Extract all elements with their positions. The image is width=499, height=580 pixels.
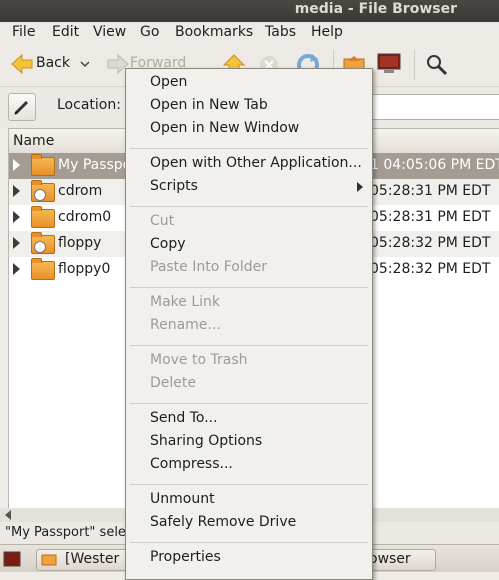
computer-icon[interactable]	[376, 52, 402, 76]
menu-file[interactable]: File	[12, 24, 35, 40]
expander-icon[interactable]	[13, 159, 20, 171]
context-item-properties[interactable]: Properties	[150, 549, 221, 565]
menu-separator	[130, 345, 368, 346]
row-date: 1 04:05:06 PM EDT	[370, 157, 499, 173]
row-name: cdrom	[58, 183, 103, 199]
context-item-safely-remove-drive[interactable]: Safely Remove Drive	[150, 514, 296, 530]
menu-separator	[130, 542, 368, 543]
context-item-make-link: Make Link	[150, 294, 220, 310]
cd-badge-icon	[34, 189, 46, 201]
context-item-paste-into-folder: Paste Into Folder	[150, 259, 268, 275]
context-item-unmount[interactable]: Unmount	[150, 491, 215, 507]
taskbar-item-label: owser	[369, 551, 411, 567]
menu-separator	[130, 287, 368, 288]
menu-help[interactable]: Help	[311, 24, 343, 40]
context-item-sharing-options[interactable]: Sharing Options	[150, 433, 262, 449]
expander-icon[interactable]	[13, 263, 20, 275]
expander-icon[interactable]	[13, 211, 20, 223]
folder-icon	[31, 180, 55, 202]
window-title: media - File Browser	[294, 1, 457, 17]
expander-icon[interactable]	[13, 237, 20, 249]
menu-separator	[130, 484, 368, 485]
context-item-cut: Cut	[150, 213, 175, 229]
menu-go[interactable]: Go	[140, 24, 159, 40]
folder-icon	[31, 154, 55, 176]
context-item-compress[interactable]: Compress...	[150, 456, 233, 472]
menu-bookmarks[interactable]: Bookmarks	[175, 24, 253, 40]
pencil-icon	[14, 100, 29, 115]
row-name: floppy0	[58, 261, 111, 277]
row-date: 05:28:32 PM EDT	[370, 261, 491, 277]
back-arrow-icon	[11, 53, 33, 75]
menu-edit[interactable]: Edit	[52, 24, 79, 40]
chevron-down-icon[interactable]	[80, 61, 90, 69]
folder-icon	[41, 554, 57, 566]
row-date: 05:28:32 PM EDT	[370, 235, 491, 251]
row-date: 05:28:31 PM EDT	[370, 183, 491, 199]
menu-separator	[130, 206, 368, 207]
context-item-delete: Delete	[150, 375, 196, 391]
menu-separator	[130, 148, 368, 149]
context-item-move-to-trash: Move to Trash	[150, 352, 248, 368]
row-name: cdrom0	[58, 209, 112, 225]
context-menu: Open Open in New Tab Open in New Window Ope…	[125, 68, 373, 580]
submenu-arrow-icon	[357, 182, 363, 192]
title-bar: media - File Browser	[0, 0, 499, 22]
folder-icon	[31, 206, 55, 228]
column-header-name[interactable]: Name	[13, 133, 54, 149]
expander-icon[interactable]	[13, 185, 20, 197]
context-item-send-to[interactable]: Send To...	[150, 410, 218, 426]
folder-icon	[31, 258, 55, 280]
taskbar-item-label: [Wester	[65, 551, 120, 567]
show-desktop-icon[interactable]	[3, 551, 21, 567]
context-item-open-with-other-application[interactable]: Open with Other Application...	[150, 155, 362, 171]
context-item-open[interactable]: Open	[150, 74, 187, 90]
context-item-rename: Rename...	[150, 317, 221, 333]
taskbar-item-western[interactable]: [Wester	[36, 549, 138, 571]
menu-bar: File Edit View Go Bookmarks Tabs Help	[0, 22, 499, 44]
search-icon[interactable]	[425, 53, 449, 77]
status-text: "My Passport" sele	[5, 525, 126, 540]
back-button[interactable]	[10, 53, 34, 75]
edit-location-button[interactable]	[8, 93, 36, 121]
row-date: 05:28:31 PM EDT	[370, 209, 491, 225]
location-label: Location:	[57, 97, 121, 113]
context-item-open-in-new-window[interactable]: Open in New Window	[150, 120, 299, 136]
context-item-open-in-new-tab[interactable]: Open in New Tab	[150, 97, 268, 113]
back-label[interactable]: Back	[36, 55, 70, 71]
folder-icon	[31, 232, 55, 254]
menu-view[interactable]: View	[93, 24, 126, 40]
context-item-scripts[interactable]: Scripts	[150, 178, 198, 194]
row-name: floppy	[58, 235, 102, 251]
context-item-copy[interactable]: Copy	[150, 236, 186, 252]
scroll-left-icon[interactable]	[4, 510, 12, 520]
floppy-badge-icon	[34, 241, 46, 253]
location-input[interactable]	[364, 94, 499, 120]
menu-separator	[130, 403, 368, 404]
menu-tabs[interactable]: Tabs	[265, 24, 296, 40]
